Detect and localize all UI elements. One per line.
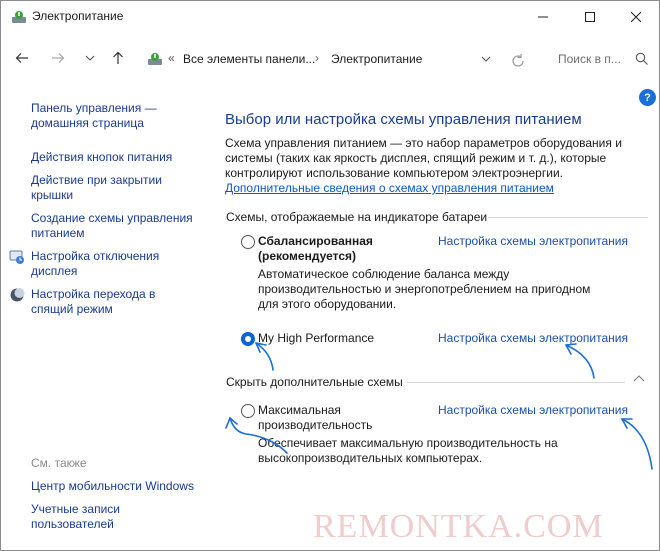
power-options-window: Электропитание « Все элементы панели... … xyxy=(0,0,660,551)
annotation-arrow xyxy=(229,417,288,454)
annotation-arrow xyxy=(565,344,595,379)
annotation-arrows xyxy=(225,342,653,470)
watermark: REMONTKA.COM xyxy=(313,508,604,545)
